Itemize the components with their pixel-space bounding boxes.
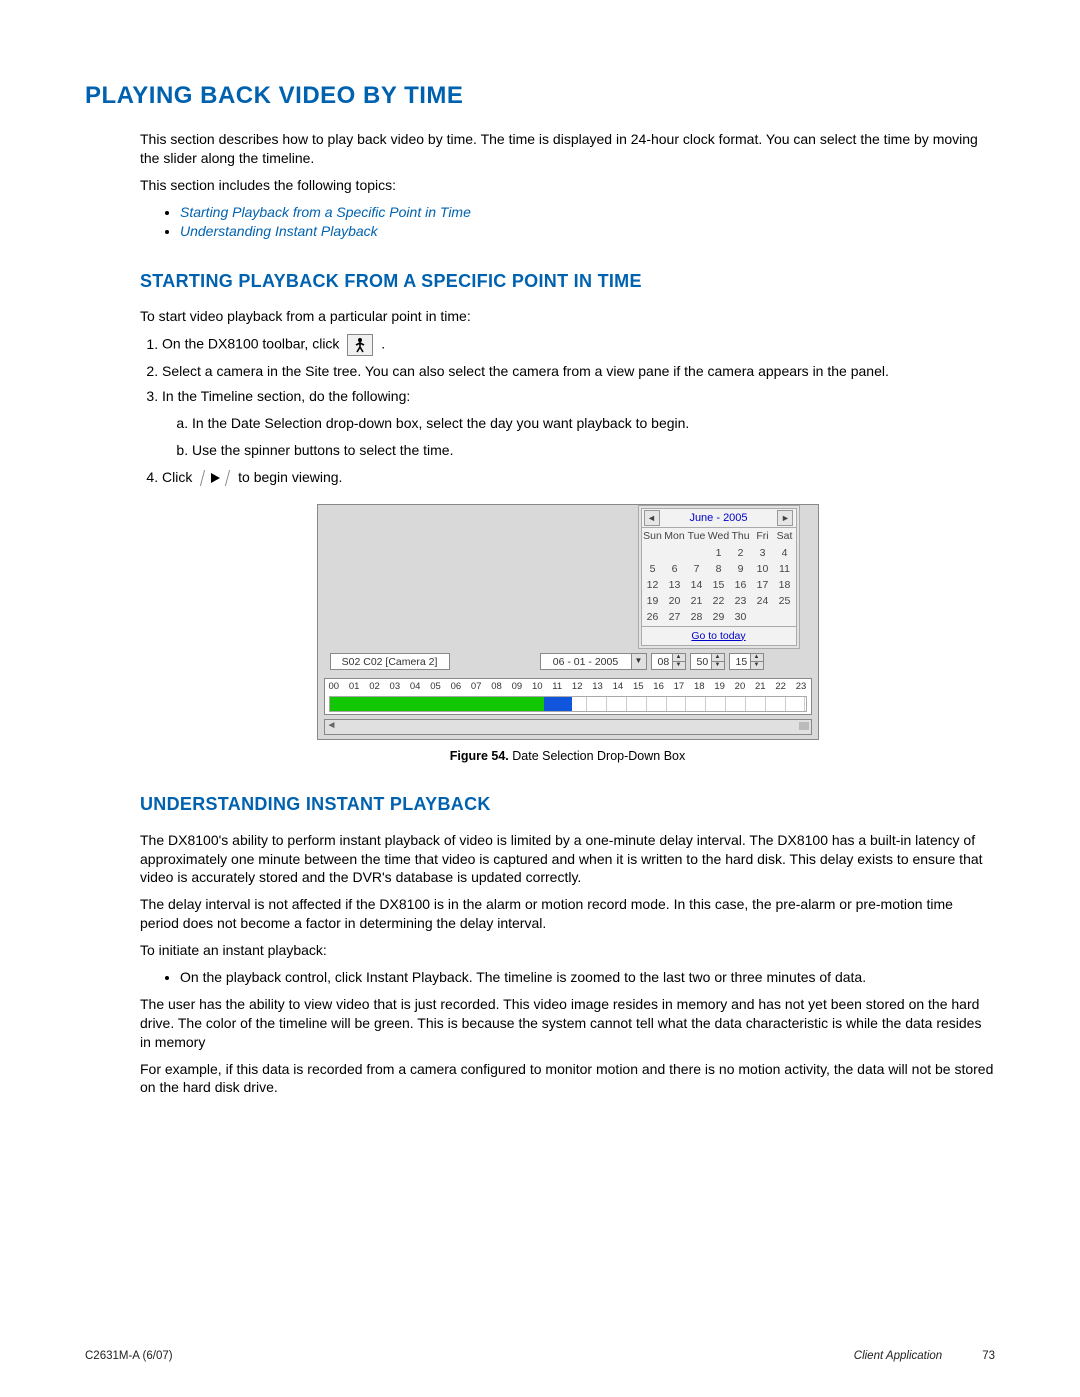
hour-up[interactable]: ▲ [673,654,685,662]
section-title: PLAYING BACK VIDEO BY TIME [85,80,995,112]
timeline-track[interactable] [329,696,807,712]
person-icon [347,334,373,356]
recorded-segment-green [330,697,544,711]
recorded-segment-blue [544,697,573,711]
step1-post: . [381,336,385,352]
step1-pre: On the DX8100 toolbar, click [162,336,343,352]
hour-down[interactable]: ▼ [673,662,685,669]
min-down[interactable]: ▼ [712,662,724,669]
dvr-panel: ◄ June - 2005 ► SunMonTueWedThuFriSat 12… [317,504,819,739]
sub2-lead: To initiate an instant playback: [140,941,995,960]
figure-label: Figure 54. [450,749,509,763]
cal-title: June - 2005 [683,511,753,526]
section-instant-playback: UNDERSTANDING INSTANT PLAYBACK The DX810… [140,792,995,1097]
step-3: In the Timeline section, do the followin… [162,387,995,460]
toc-lead: This section includes the following topi… [140,176,995,195]
step-1: On the DX8100 toolbar, click . [162,334,995,356]
date-field[interactable]: 06 - 01 - 2005 [540,653,632,670]
sub2-title: UNDERSTANDING INSTANT PLAYBACK [140,792,995,816]
section-starting-playback: STARTING PLAYBACK FROM A SPECIFIC POINT … [140,269,995,765]
intro-paragraph: This section describes how to play back … [140,130,995,168]
timeline-scrollbar[interactable] [324,719,812,735]
second-value[interactable]: 15 [729,653,751,670]
calendar-popup: ◄ June - 2005 ► SunMonTueWedThuFriSat 12… [638,505,800,648]
hour-value[interactable]: 08 [651,653,673,670]
minute-value[interactable]: 50 [690,653,712,670]
footer-section: Client Application [854,1349,942,1365]
figure-text: Date Selection Drop-Down Box [509,749,685,763]
sub2-p1: The DX8100's ability to perform instant … [140,831,995,888]
cal-next-button[interactable]: ► [777,510,793,526]
intro-block: This section describes how to play back … [140,130,995,240]
toc-link-2[interactable]: Understanding Instant Playback [180,223,378,239]
sub1-lead: To start video playback from a particula… [140,307,995,326]
sub1-title: STARTING PLAYBACK FROM A SPECIFIC POINT … [140,269,995,293]
page: PLAYING BACK VIDEO BY TIME This section … [0,0,1080,1397]
play-icon [200,470,230,486]
step3-text: In the Timeline section, do the followin… [162,388,410,404]
control-row: S02 C02 [Camera 2] 06 - 01 - 2005 ▼ 08 ▲… [318,649,818,674]
sec-down[interactable]: ▼ [751,662,763,669]
hour-spinner[interactable]: 08 ▲▼ [651,653,686,670]
timeline[interactable]: 0001020304050607080910111213141516171819… [324,678,812,715]
sub2-p4: For example, if this data is recorded fr… [140,1060,995,1098]
page-footer: C2631M-A (6/07) Client Application 73 [85,1349,995,1365]
step4-pre: Click [162,469,196,485]
sec-up[interactable]: ▲ [751,654,763,662]
step-3a: In the Date Selection drop-down box, sel… [192,414,995,433]
footer-page: 73 [982,1349,995,1365]
toc-link-1[interactable]: Starting Playback from a Specific Point … [180,204,471,220]
toc-list: Starting Playback from a Specific Point … [180,203,995,241]
figure-54: ◄ June - 2005 ► SunMonTueWedThuFriSat 12… [140,504,995,764]
step-3b: Use the spinner buttons to select the ti… [192,441,995,460]
date-dropdown-button[interactable]: ▼ [632,653,647,670]
min-up[interactable]: ▲ [712,654,724,662]
second-spinner[interactable]: 15 ▲▼ [729,653,764,670]
sub2-bullet-1: On the playback control, click Instant P… [180,968,995,987]
step4-post: to begin viewing. [238,469,342,485]
step3-sublist: In the Date Selection drop-down box, sel… [192,414,995,460]
step-2: Select a camera in the Site tree. You ca… [162,362,995,381]
sub2-p2: The delay interval is not affected if th… [140,895,995,933]
hour-labels: 0001020304050607080910111213141516171819… [329,681,807,694]
sub2-bullets: On the playback control, click Instant P… [180,968,995,987]
camera-field[interactable]: S02 C02 [Camera 2] [330,653,450,670]
go-to-today-link[interactable]: Go to today [642,626,796,645]
figure-caption: Figure 54. Date Selection Drop-Down Box [140,748,995,765]
step-list: On the DX8100 toolbar, click . Select a … [162,334,995,486]
calendar-grid[interactable]: SunMonTueWedThuFriSat 123456789101112131… [642,528,796,625]
cal-prev-button[interactable]: ◄ [644,510,660,526]
step-4: Click to begin viewing. [162,468,995,487]
footer-left: C2631M-A (6/07) [85,1349,173,1365]
sub2-p3: The user has the ability to view video t… [140,995,995,1052]
minute-spinner[interactable]: 50 ▲▼ [690,653,725,670]
